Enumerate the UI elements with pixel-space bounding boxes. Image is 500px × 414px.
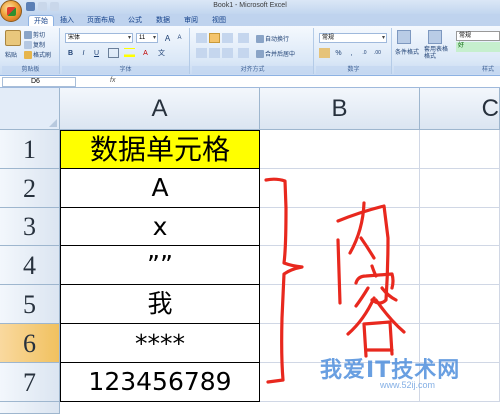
- italic-button[interactable]: I: [78, 48, 89, 58]
- name-box[interactable]: D6: [2, 77, 76, 87]
- align-center-icon[interactable]: [209, 48, 220, 58]
- decrease-decimal-button[interactable]: .00: [372, 48, 383, 58]
- scissors-icon: [24, 31, 32, 40]
- rong-stroke-4: [380, 286, 398, 302]
- rong-stroke-3: [354, 286, 370, 308]
- alignment-label: 对齐方式: [192, 66, 313, 74]
- wrap-text-button[interactable]: 自动换行: [256, 34, 289, 44]
- percent-button[interactable]: %: [333, 48, 344, 58]
- table-format-icon[interactable]: [428, 30, 442, 44]
- shrink-font-button[interactable]: A: [174, 33, 185, 43]
- number-format-select[interactable]: 常规: [319, 33, 387, 43]
- styles-group: 条件格式 套用表格格式 常规 好 样式: [394, 28, 500, 74]
- conditional-format-icon[interactable]: [397, 30, 411, 44]
- align-middle-icon[interactable]: [209, 33, 220, 43]
- orientation-icon[interactable]: [238, 33, 249, 43]
- table-format-button[interactable]: 套用表格格式: [424, 47, 450, 61]
- font-label: 字体: [62, 66, 189, 74]
- nei-stroke-4: [359, 236, 376, 260]
- increase-decimal-button[interactable]: .0: [359, 48, 370, 58]
- align-bottom-icon[interactable]: [222, 33, 233, 43]
- tab-page-layout[interactable]: 页面布局: [82, 15, 120, 26]
- copy-button[interactable]: 复制: [24, 40, 45, 50]
- format-painter-button[interactable]: 格式刷: [24, 50, 51, 60]
- tab-insert[interactable]: 插入: [56, 15, 78, 26]
- alignment-group: 自动换行 合并后居中 对齐方式: [192, 28, 314, 74]
- tab-data[interactable]: 数据: [152, 15, 174, 26]
- align-right-icon[interactable]: [222, 48, 233, 58]
- align-top-icon[interactable]: [196, 33, 207, 43]
- ribbon: 粘贴 剪切 复制 格式刷 剪贴板 宋体 11 A A B I U A 文 字体 …: [0, 26, 500, 76]
- number-group: 常规 % , .0 .00 数字: [316, 28, 392, 74]
- font-size-select[interactable]: 11: [136, 33, 158, 43]
- align-left-icon[interactable]: [196, 48, 207, 58]
- tab-home[interactable]: 开始: [28, 15, 54, 26]
- copy-icon: [24, 41, 32, 50]
- office-button[interactable]: [0, 0, 22, 22]
- grow-font-button[interactable]: A: [162, 33, 173, 43]
- styles-label: 样式: [394, 66, 500, 74]
- paste-button[interactable]: 粘贴: [5, 50, 17, 59]
- merge-icon: [256, 50, 264, 59]
- bracket-mark: [264, 177, 304, 384]
- bold-button[interactable]: B: [65, 48, 76, 58]
- phonetic-button[interactable]: 文: [156, 48, 167, 58]
- style-good[interactable]: 好: [456, 42, 500, 52]
- rong-stroke-7: [362, 320, 394, 358]
- formula-bar: D6 fx: [0, 76, 500, 88]
- conditional-format-button[interactable]: 条件格式: [395, 47, 419, 56]
- font-name-select[interactable]: 宋体: [65, 33, 133, 43]
- comma-button[interactable]: ,: [346, 48, 357, 58]
- ribbon-tabs: 开始 插入 页面布局 公式 数据 审阅 视图: [0, 14, 500, 26]
- currency-icon[interactable]: [319, 48, 330, 58]
- indent-icon[interactable]: [238, 48, 249, 58]
- style-normal[interactable]: 常规: [456, 31, 500, 41]
- font-group: 宋体 11 A A B I U A 文 字体: [62, 28, 190, 74]
- merge-center-button[interactable]: 合并后居中: [256, 49, 295, 59]
- watermark-url: www.52ij.com: [380, 380, 436, 390]
- clipboard-group: 粘贴 剪切 复制 格式刷 剪贴板: [2, 28, 60, 74]
- fx-label[interactable]: fx: [110, 77, 115, 84]
- fill-color-icon[interactable]: [124, 48, 135, 58]
- title-bar: Book1 - Microsoft Excel: [0, 0, 500, 22]
- clipboard-label: 剪贴板: [2, 66, 59, 74]
- nei-stroke-3: [348, 201, 366, 255]
- underline-button[interactable]: U: [91, 48, 102, 58]
- brush-icon: [24, 51, 32, 60]
- font-color-button[interactable]: A: [140, 48, 151, 58]
- borders-icon[interactable]: [108, 48, 119, 58]
- tab-view[interactable]: 视图: [208, 15, 230, 26]
- tab-review[interactable]: 审阅: [180, 15, 202, 26]
- wrap-icon: [256, 35, 264, 44]
- paste-icon[interactable]: [5, 30, 21, 46]
- window-title: Book1 - Microsoft Excel: [213, 2, 287, 9]
- tab-formulas[interactable]: 公式: [124, 15, 146, 26]
- number-label: 数字: [316, 66, 391, 74]
- rong-stroke-5: [346, 296, 376, 336]
- cut-button[interactable]: 剪切: [24, 30, 45, 40]
- nei-stroke-1: [336, 238, 342, 305]
